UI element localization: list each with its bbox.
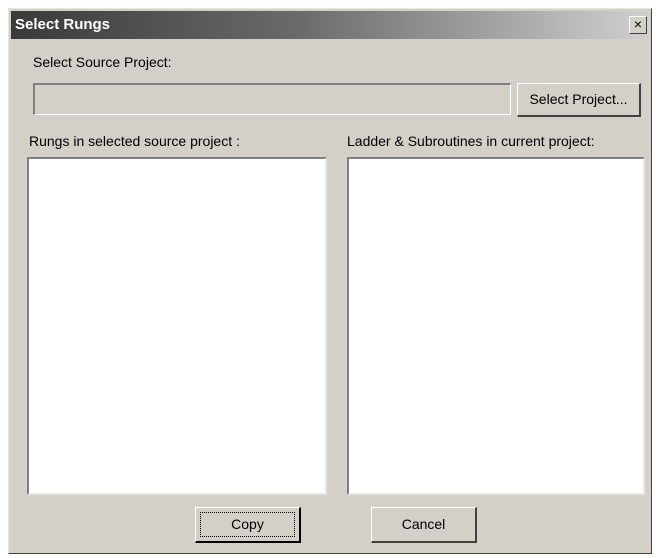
ladder-list-label: Ladder & Subroutines in current project: <box>347 133 595 149</box>
rungs-listbox[interactable] <box>27 157 327 495</box>
close-button[interactable]: × <box>629 16 647 34</box>
source-project-label: Select Source Project: <box>33 54 172 70</box>
select-project-button[interactable]: Select Project... <box>517 83 641 117</box>
cancel-button[interactable]: Cancel <box>371 507 477 543</box>
focus-rectangle <box>200 512 295 537</box>
copy-button[interactable]: Copy <box>195 507 301 543</box>
ladder-subroutines-listbox[interactable] <box>347 157 645 495</box>
dialog-title: Select Rungs <box>15 16 111 33</box>
source-project-field[interactable] <box>33 83 511 115</box>
select-rungs-dialog: Select Rungs × Select Source Project: Se… <box>8 8 652 554</box>
title-bar[interactable]: Select Rungs × <box>11 11 649 39</box>
rungs-list-label: Rungs in selected source project : <box>29 133 240 149</box>
close-icon: × <box>633 16 643 32</box>
